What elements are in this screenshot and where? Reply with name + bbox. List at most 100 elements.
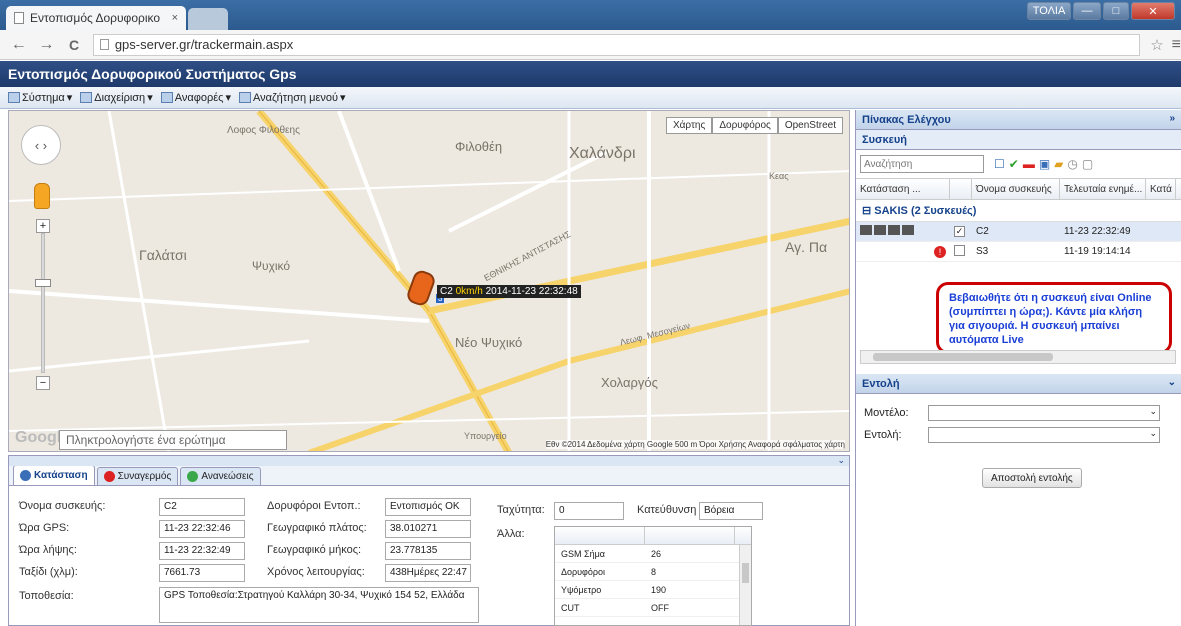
direction-field[interactable]: Βόρεια	[699, 502, 763, 520]
uptime-field[interactable]: 438Ημέρες 22:47	[385, 564, 471, 582]
device-section-header: Συσκευή	[856, 130, 1181, 150]
user-profile-button[interactable]: ΤΟΛΙΑ	[1027, 2, 1071, 20]
close-window-icon[interactable]: ✕	[1131, 2, 1175, 20]
device-name-field[interactable]: C2	[159, 498, 245, 516]
collapse-status-icon[interactable]: ⌄	[837, 455, 845, 466]
map-label: Γαλάτσι	[139, 247, 187, 263]
info-icon	[20, 470, 31, 481]
folder-icon[interactable]: ▰	[1054, 157, 1063, 171]
map-label: Υπουργείο	[464, 431, 507, 441]
select-all-icon[interactable]: ☐	[994, 157, 1005, 171]
device-grid-scrollbar[interactable]	[860, 350, 1176, 364]
tab-close-icon[interactable]: ×	[172, 12, 178, 24]
other-row[interactable]: Δορυφόροι 8	[555, 563, 751, 581]
clock-icon[interactable]: ◷	[1067, 157, 1077, 171]
col-updated[interactable]: Τελευταία ενημέ...	[1060, 179, 1146, 199]
gps-time-field[interactable]: 11-23 22:32:46	[159, 520, 245, 538]
zoom-slider-thumb[interactable]	[35, 279, 51, 287]
status-icons	[856, 225, 950, 238]
back-icon[interactable]: ←	[10, 36, 28, 54]
device-row[interactable]: ✓ C2 11-23 22:32:49	[856, 222, 1181, 242]
send-command-button[interactable]: Αποστολή εντολής	[982, 468, 1082, 488]
collapse-command-icon[interactable]: ⌄	[1168, 377, 1176, 388]
device-checkbox[interactable]	[954, 244, 965, 256]
map-type-map[interactable]: Χάρτης	[665, 117, 713, 134]
toggle-checkbox-icon[interactable]: ▢	[1082, 157, 1093, 171]
lng-field[interactable]: 23.778135	[385, 542, 471, 560]
lat-field[interactable]: 38.010271	[385, 520, 471, 538]
lng-label: Γεωγραφικό μήκος:	[267, 544, 362, 556]
menu-search[interactable]: Αναζήτηση μενού ▾	[238, 91, 346, 104]
menu-manage[interactable]: Διαχείριση ▾	[80, 91, 153, 104]
tab-status[interactable]: Κατάσταση	[13, 465, 95, 485]
vehicle-speed: 0km/h	[455, 286, 483, 297]
remove-icon[interactable]: ▬	[1023, 157, 1035, 171]
scrollbar-thumb[interactable]	[873, 353, 1053, 361]
menu-label: Διαχείριση	[94, 91, 146, 104]
sats-field[interactable]: Εντοπισμός ΟΚ	[385, 498, 471, 516]
other-key: Υψόμετρο	[561, 584, 602, 595]
col-more[interactable]: Κατά	[1146, 179, 1176, 199]
device-row[interactable]: ! S3 11-19 19:14:14	[856, 242, 1181, 262]
map-view[interactable]: Λοφος Φιλοθεης Φιλοθέη Χαλάνδρι Γαλάτσι …	[8, 110, 850, 452]
maximize-icon[interactable]: □	[1103, 2, 1129, 20]
model-select[interactable]: ⌄	[928, 405, 1160, 421]
device-grid-header: Κατάσταση ... Όνομα συσκευής Τελευταία ε…	[856, 178, 1181, 200]
refresh-icon	[187, 471, 199, 482]
device-checkbox[interactable]: ✓	[954, 226, 965, 237]
tab-updates[interactable]: Ανανεώσεις	[180, 467, 261, 485]
other-row[interactable]: Υψόμετρο 190	[555, 581, 751, 599]
menu-system[interactable]: Σύστημα ▾	[8, 91, 72, 104]
other-grid-scrollbar[interactable]	[739, 545, 751, 625]
map-label: Χαλάνδρι	[569, 145, 636, 162]
scrollbar-thumb[interactable]	[742, 563, 749, 583]
new-tab-button[interactable]	[188, 8, 228, 30]
pan-control-icon[interactable]: ‹ ›	[21, 125, 61, 165]
menu-reports[interactable]: Αναφορές ▾	[160, 91, 231, 104]
device-search-input[interactable]	[860, 155, 984, 173]
alarm-icon: !	[934, 245, 946, 258]
location-field[interactable]: GPS Τοποθεσία:Στρατηγού Καλλάρη 30-34, Ψ…	[159, 587, 479, 623]
model-label: Μοντέλο:	[864, 407, 909, 419]
save-icon[interactable]: ▣	[1039, 157, 1050, 171]
speed-field[interactable]: 0	[554, 502, 624, 520]
tab-alarm[interactable]: Συναγερμός	[96, 467, 179, 485]
browser-menu-icon[interactable]: ≡	[1172, 36, 1181, 54]
street-view-pegman-icon[interactable]	[34, 183, 50, 209]
browser-tab[interactable]: Εντοπισμός Δορυφορικο ×	[6, 6, 186, 30]
app-menu: Σύστημα ▾ Διαχείριση ▾ Αναφορές ▾ Αναζήτηση…	[0, 87, 1181, 109]
trip-field[interactable]: 7661.73	[159, 564, 245, 582]
control-panel-title: Πίνακας Ελέγχου	[862, 114, 951, 126]
recv-time-field[interactable]: 11-23 22:32:49	[159, 542, 245, 560]
map-type-satellite[interactable]: Δορυφόρος	[712, 117, 778, 134]
device-group[interactable]: ⊟ SAKIS (2 Συσκευές)	[856, 200, 1181, 222]
device-name: C2	[976, 226, 989, 237]
map-type-openstreet[interactable]: OpenStreet	[777, 117, 843, 134]
command-section-title: Εντολή	[862, 378, 900, 390]
vehicle-label[interactable]: C2 0km/h 2014-11-23 22:32:48	[437, 285, 581, 298]
command-select[interactable]: ⌄	[928, 427, 1160, 443]
map-search-input[interactable]: Πληκτρολογήστε ένα ερώτημα	[59, 430, 287, 450]
other-label: Άλλα:	[497, 528, 525, 540]
other-row[interactable]: CUT OFF	[555, 599, 751, 617]
system-icon	[8, 92, 20, 103]
check-icon[interactable]: ✔	[1009, 157, 1019, 171]
browser-tabbar: Εντοπισμός Δορυφορικο × ΤΟΛΙΑ — □ ✕	[0, 0, 1181, 30]
zoom-slider[interactable]	[41, 233, 45, 373]
control-panel: Πίνακας Ελέγχου » Συσκευή ☐ ✔ ▬ ▣ ▰ ◷ ▢ …	[855, 110, 1181, 626]
forward-icon[interactable]: →	[38, 36, 56, 54]
col-status[interactable]: Κατάσταση ...	[856, 179, 950, 199]
collapse-panel-icon[interactable]: »	[1169, 113, 1175, 124]
bookmark-star-icon[interactable]: ☆	[1150, 36, 1163, 54]
zoom-out-button[interactable]: −	[36, 376, 50, 390]
zoom-in-button[interactable]: +	[36, 219, 50, 233]
map-label: Νέο Ψυχικό	[455, 335, 523, 350]
reload-icon[interactable]: C	[65, 37, 83, 53]
minimize-icon[interactable]: —	[1073, 2, 1101, 20]
tab-label: Κατάσταση	[34, 470, 88, 481]
chevron-down-icon: ⌄	[1149, 406, 1157, 416]
other-row[interactable]: GSM Σήμα 26	[555, 545, 751, 563]
col-name[interactable]: Όνομα συσκευής	[972, 179, 1060, 199]
url-input[interactable]: gps-server.gr/trackermain.aspx	[92, 33, 1141, 56]
search-menu-icon	[238, 92, 251, 103]
